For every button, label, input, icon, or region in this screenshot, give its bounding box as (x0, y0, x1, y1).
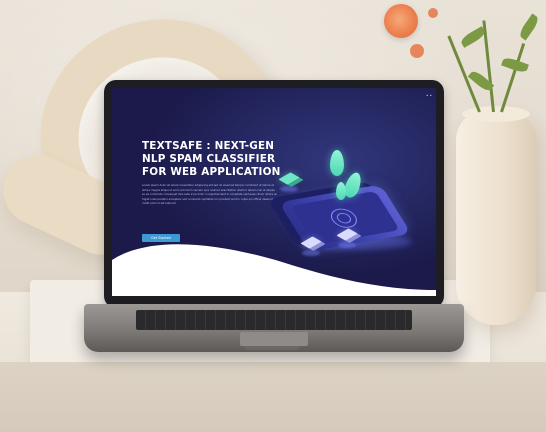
vase (456, 110, 536, 325)
cube-icon (278, 172, 300, 185)
laptop-keyboard (136, 310, 412, 330)
wave-shape (112, 244, 436, 296)
leaf-icon (330, 150, 344, 176)
flower-bud (410, 44, 424, 58)
vase-lip (462, 106, 530, 122)
hero-title: TEXTSAFE : NEXT-GEN NLP SPAM CLASSIFIER … (142, 140, 281, 178)
leaf-icon (336, 182, 346, 200)
laptop-notch (244, 346, 300, 350)
laptop-trackpad (240, 332, 308, 346)
flower-bud (428, 8, 438, 18)
flower (384, 4, 418, 38)
shelf-front (0, 362, 546, 432)
hero-description: Lorem ipsum dolor sit amet consectetur a… (142, 184, 278, 206)
scene: • • TEXTSAFE : NEXT-GEN NLP SPAM CLASSIF… (0, 0, 546, 432)
laptop-screen: • • TEXTSAFE : NEXT-GEN NLP SPAM CLASSIF… (112, 88, 436, 296)
nav-dots[interactable]: • • (426, 93, 432, 98)
cube-glow (280, 186, 298, 192)
